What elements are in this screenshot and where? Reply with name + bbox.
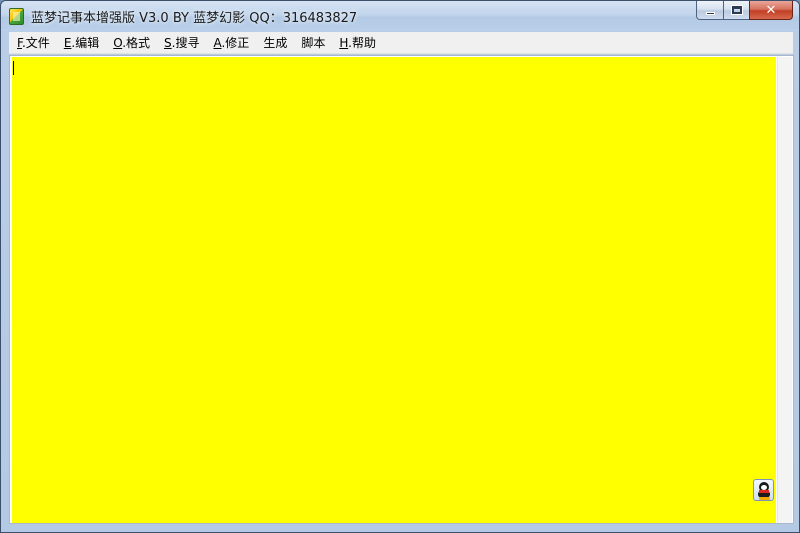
- menu-help[interactable]: H.帮助: [332, 32, 383, 53]
- title-bar[interactable]: 蓝梦记事本增强版 V3.0 BY 蓝梦幻影 QQ：316483827 ✕: [1, 1, 799, 31]
- qq-penguin-icon[interactable]: [753, 479, 774, 501]
- vertical-scrollbar[interactable]: [777, 57, 792, 523]
- menu-fix-label: .修正: [221, 36, 250, 50]
- menu-edit[interactable]: E.编辑: [57, 32, 106, 53]
- window-title: 蓝梦记事本增强版 V3.0 BY 蓝梦幻影 QQ：316483827: [31, 11, 358, 26]
- menu-script-label: 脚本: [301, 36, 326, 50]
- text-editor[interactable]: [12, 57, 776, 523]
- minimize-button[interactable]: [696, 1, 723, 20]
- menu-generate[interactable]: 生成: [256, 32, 294, 53]
- menu-generate-label: 生成: [263, 36, 288, 50]
- minimize-icon: [705, 11, 715, 15]
- menu-file[interactable]: F.文件: [10, 32, 57, 53]
- menu-edit-label: .编辑: [71, 36, 100, 50]
- text-caret: [13, 61, 14, 75]
- menu-format-label: .格式: [122, 36, 151, 50]
- menu-fix[interactable]: A.修正: [206, 32, 256, 53]
- qq-penguin-feet: [759, 497, 770, 500]
- notepad-app-icon[interactable]: [9, 8, 24, 25]
- editor-frame: [9, 55, 794, 524]
- maximize-button[interactable]: [723, 1, 749, 20]
- menu-script[interactable]: 脚本: [294, 32, 332, 53]
- app-window: 蓝梦记事本增强版 V3.0 BY 蓝梦幻影 QQ：316483827 ✕ F.文…: [0, 0, 800, 533]
- close-button[interactable]: ✕: [749, 1, 793, 20]
- menu-help-key: H: [339, 36, 349, 50]
- menu-format[interactable]: O.格式: [106, 32, 157, 53]
- maximize-icon: [730, 5, 743, 15]
- menu-search-key: S: [164, 36, 172, 50]
- close-icon: ✕: [765, 2, 777, 18]
- menu-search[interactable]: S.搜寻: [157, 32, 206, 53]
- menu-bar: F.文件 E.编辑 O.格式 S.搜寻 A.修正 生成 脚本 H.帮助: [9, 32, 793, 54]
- menu-file-label: .文件: [21, 36, 50, 50]
- menu-help-label: .帮助: [348, 36, 376, 50]
- window-controls: ✕: [696, 1, 793, 21]
- menu-search-label: .搜寻: [171, 36, 200, 50]
- menu-format-key: O: [113, 36, 123, 50]
- qq-penguin-scarf: [759, 490, 769, 493]
